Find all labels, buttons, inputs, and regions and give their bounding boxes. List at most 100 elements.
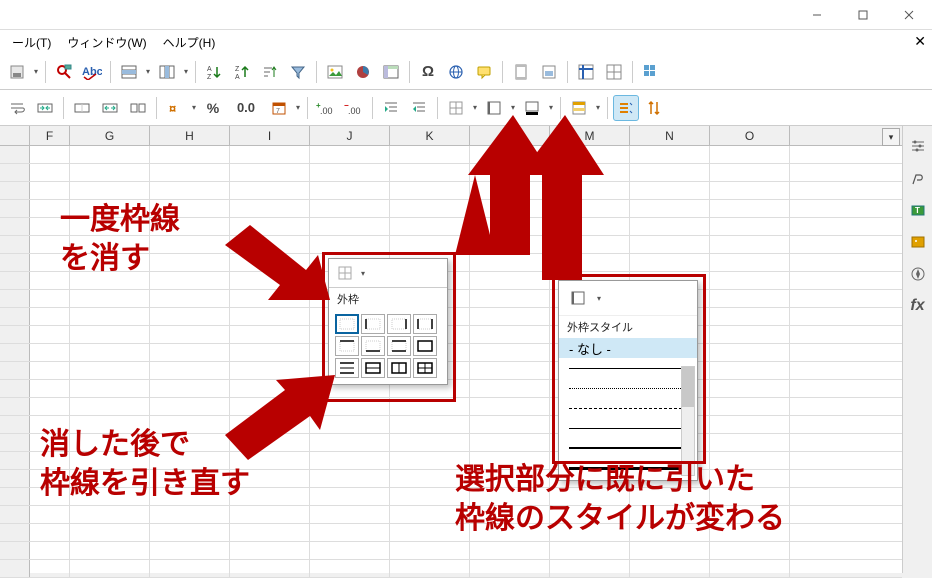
row-header[interactable] xyxy=(0,506,30,523)
cell[interactable] xyxy=(30,434,70,451)
cell[interactable] xyxy=(550,542,630,559)
cell[interactable] xyxy=(30,182,70,199)
cell[interactable] xyxy=(230,380,310,397)
cell[interactable] xyxy=(710,524,790,541)
cell[interactable] xyxy=(70,218,150,235)
cell[interactable] xyxy=(550,524,630,541)
cell[interactable] xyxy=(70,398,150,415)
freeze-icon[interactable] xyxy=(573,59,599,85)
cell[interactable] xyxy=(470,380,550,397)
cell[interactable] xyxy=(390,146,470,163)
remove-decimal-icon[interactable]: −.00 xyxy=(341,95,367,121)
cell[interactable] xyxy=(310,506,390,523)
cell[interactable] xyxy=(150,344,230,361)
cell[interactable] xyxy=(70,506,150,523)
close-button[interactable] xyxy=(886,0,932,30)
dropdown-icon[interactable]: ▾ xyxy=(144,67,152,76)
cell[interactable] xyxy=(470,524,550,541)
sidebar-settings-icon[interactable] xyxy=(906,134,930,158)
sort-icon[interactable] xyxy=(257,59,283,85)
cell[interactable] xyxy=(230,182,310,199)
cell[interactable] xyxy=(230,452,310,469)
row-header[interactable] xyxy=(0,254,30,271)
column-header[interactable]: G xyxy=(70,126,150,145)
cell[interactable] xyxy=(470,200,550,217)
cell[interactable] xyxy=(30,272,70,289)
cell[interactable] xyxy=(310,200,390,217)
cell[interactable] xyxy=(470,362,550,379)
number-format-icon[interactable]: 0.0 xyxy=(228,95,264,121)
dropdown-icon[interactable]: ▾ xyxy=(471,103,479,112)
cell[interactable] xyxy=(30,380,70,397)
cell[interactable] xyxy=(390,236,470,253)
cell[interactable] xyxy=(230,308,310,325)
functions-icon[interactable]: fx xyxy=(906,294,930,318)
row-ops-icon[interactable] xyxy=(116,59,142,85)
cell[interactable] xyxy=(390,182,470,199)
cell[interactable] xyxy=(470,326,550,343)
styles-icon[interactable]: T xyxy=(906,198,930,222)
cell[interactable] xyxy=(390,506,470,523)
cell[interactable] xyxy=(390,218,470,235)
cell[interactable] xyxy=(710,200,790,217)
cell[interactable] xyxy=(70,146,150,163)
cell[interactable] xyxy=(30,506,70,523)
hyperlink-icon[interactable] xyxy=(443,59,469,85)
cell[interactable] xyxy=(310,524,390,541)
cell[interactable] xyxy=(390,560,470,577)
cell[interactable] xyxy=(30,308,70,325)
cell[interactable] xyxy=(30,452,70,469)
find-replace-icon[interactable] xyxy=(51,59,77,85)
sort-asc-icon[interactable]: AZ xyxy=(201,59,227,85)
cell[interactable] xyxy=(470,542,550,559)
cell[interactable] xyxy=(470,218,550,235)
cell[interactable] xyxy=(230,362,310,379)
split-cells-icon[interactable] xyxy=(125,95,151,121)
cell[interactable] xyxy=(70,488,150,505)
cell[interactable] xyxy=(150,272,230,289)
cell[interactable] xyxy=(150,506,230,523)
autofilter-icon[interactable] xyxy=(285,59,311,85)
row-header[interactable] xyxy=(0,452,30,469)
cell[interactable] xyxy=(150,416,230,433)
dropdown-icon[interactable]: ▾ xyxy=(294,103,302,112)
cell[interactable] xyxy=(710,182,790,199)
cell[interactable] xyxy=(470,254,550,271)
minimize-button[interactable] xyxy=(794,0,840,30)
cell[interactable] xyxy=(710,272,790,289)
spellcheck-icon[interactable]: Abc xyxy=(79,59,105,85)
cell[interactable] xyxy=(310,452,390,469)
cell[interactable] xyxy=(470,182,550,199)
menu-tools[interactable]: ール(T) xyxy=(4,32,59,53)
cell[interactable] xyxy=(230,470,310,487)
cell[interactable] xyxy=(550,506,630,523)
cell[interactable] xyxy=(710,344,790,361)
cell[interactable] xyxy=(70,308,150,325)
cell[interactable] xyxy=(390,434,470,451)
cell[interactable] xyxy=(230,146,310,163)
cell[interactable] xyxy=(150,218,230,235)
cell[interactable] xyxy=(390,416,470,433)
cell[interactable] xyxy=(710,506,790,523)
cell[interactable] xyxy=(710,542,790,559)
cell[interactable] xyxy=(710,380,790,397)
row-header[interactable] xyxy=(0,488,30,505)
column-header[interactable]: I xyxy=(230,126,310,145)
cell[interactable] xyxy=(390,164,470,181)
cell[interactable] xyxy=(470,290,550,307)
cell[interactable] xyxy=(230,290,310,307)
cell[interactable] xyxy=(630,164,710,181)
cell[interactable] xyxy=(390,488,470,505)
cell[interactable] xyxy=(710,488,790,505)
cell[interactable] xyxy=(390,200,470,217)
maximize-button[interactable] xyxy=(840,0,886,30)
cell[interactable] xyxy=(470,560,550,577)
cell[interactable] xyxy=(630,200,710,217)
row-header[interactable] xyxy=(0,164,30,181)
cell[interactable] xyxy=(710,164,790,181)
sort-desc-icon[interactable]: ZA xyxy=(229,59,255,85)
cell[interactable] xyxy=(150,524,230,541)
row-header[interactable] xyxy=(0,470,30,487)
cell[interactable] xyxy=(150,434,230,451)
cell[interactable] xyxy=(70,182,150,199)
